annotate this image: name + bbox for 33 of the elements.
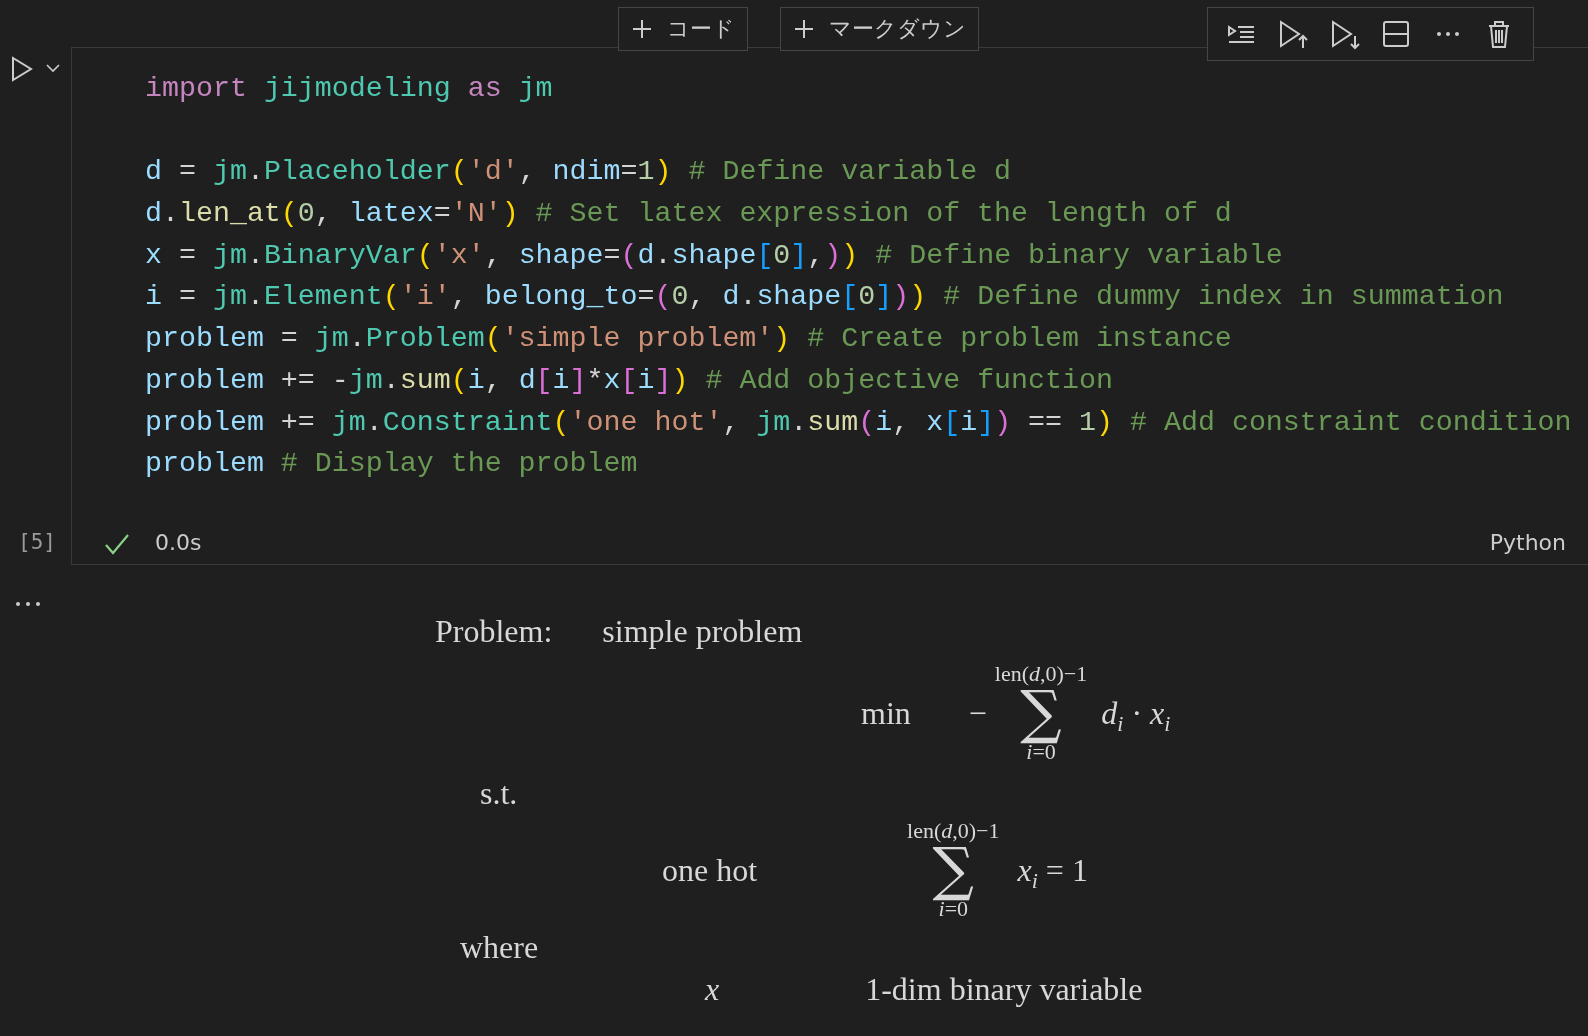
constraint-name: one hot bbox=[662, 851, 758, 889]
output-more-icon[interactable] bbox=[14, 600, 42, 608]
code-line: problem # Display the problem bbox=[145, 446, 638, 482]
code-line: d = jm.Placeholder('d', ndim=1) # Define variable d bbox=[145, 154, 1012, 190]
insert-cell-button[interactable]: コード bbox=[618, 7, 748, 51]
language-label[interactable]: Python bbox=[1489, 530, 1566, 555]
insert-cell-button[interactable]: マークダウン bbox=[780, 7, 979, 51]
minus-sign: − bbox=[968, 694, 987, 732]
where-label: where bbox=[460, 928, 539, 966]
objective-sense: min bbox=[861, 694, 911, 732]
code-line: i = jm.Element('i', belong_to=(0, d.shape[0])) # Define dummy index in summation bbox=[145, 279, 1504, 315]
objective-term: d$_{i}$ · x$_{i}$ bbox=[1101, 694, 1171, 732]
variable-symbol: x bbox=[705, 970, 720, 1008]
code-line: import jijmodeling as jm bbox=[145, 71, 553, 106]
code-line: problem = jm.Problem('simple problem') # Create problem instance bbox=[145, 321, 1232, 357]
problem-label: Problem: bbox=[435, 613, 553, 650]
run-above-icon[interactable] bbox=[1277, 18, 1310, 50]
variable-description: 1-dim binary variable bbox=[865, 970, 1143, 1008]
sum-upper-limit: len(d,0)−1 bbox=[907, 820, 1000, 843]
problem-name: simple problem bbox=[602, 613, 803, 650]
plus-icon bbox=[631, 18, 653, 40]
code-line: problem += jm.Constraint('one hot', jm.sum(i, x[i]) == 1) # Add constraint condition bbox=[145, 404, 1572, 440]
constraint-expression: x$_{i}$ = 1 bbox=[1017, 851, 1088, 889]
execution-count: [5] bbox=[18, 530, 56, 554]
plus-icon bbox=[793, 18, 815, 40]
chevron-down-icon[interactable] bbox=[46, 62, 60, 74]
run-icon[interactable] bbox=[10, 55, 34, 83]
code-line: x = jm.BinaryVar('x', shape=(d.shape[0],)) # Define binary variable bbox=[145, 237, 1283, 273]
code-line: d.len_at(0, latex='N') # Set latex expression of the length of d bbox=[145, 196, 1232, 232]
code-line: problem += -jm.sum(i, d[i]*x[i]) # Add objective function bbox=[145, 362, 1113, 398]
constraints-label: s.t. bbox=[480, 774, 518, 812]
sum-upper-limit: len(d,0)−1 bbox=[994, 663, 1088, 686]
execution-time: 0.0s bbox=[155, 530, 202, 555]
